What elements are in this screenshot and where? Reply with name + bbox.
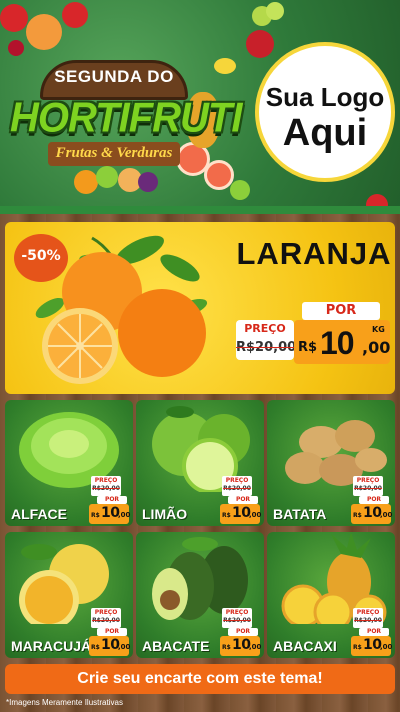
old-price: R$20,00 xyxy=(92,617,120,624)
title-line1: SEGUNDA DO xyxy=(54,67,174,86)
preco-label: PREÇO xyxy=(356,477,380,484)
old-price: R$20,00 xyxy=(223,485,251,492)
apple-icon xyxy=(96,166,118,188)
preco-label: PREÇO xyxy=(225,477,249,484)
product-name: MARACUJÁ xyxy=(11,638,92,654)
disclaimer-footnote: *Imagens Meramente Ilustrativas xyxy=(6,698,123,707)
apple-icon xyxy=(230,180,250,200)
old-price: R$20,00 xyxy=(92,485,120,492)
lemon-icon xyxy=(214,58,236,74)
price-currency: R$ xyxy=(353,644,362,651)
price-cents: ,00 xyxy=(118,511,131,519)
orange-illustration xyxy=(35,235,208,384)
peach-icon xyxy=(26,14,62,50)
header-divider xyxy=(0,206,400,214)
product-name: ALFACE xyxy=(11,506,67,522)
price-integer: 10 xyxy=(101,637,120,653)
preco-label: PREÇO xyxy=(356,609,380,616)
price-unit: KG xyxy=(372,325,385,334)
price-cents: ,00 xyxy=(362,338,391,357)
logo-text-line1: Sua Logo xyxy=(265,82,385,112)
price-integer: 10 xyxy=(232,637,251,653)
por-label: POR xyxy=(325,303,357,318)
old-price: R$20,00 xyxy=(223,617,251,624)
old-price: R$20,00 xyxy=(354,485,382,492)
price-integer: 10 xyxy=(232,505,251,521)
header-banner: SEGUNDA DO HORTIFRUTI Frutas & Verduras … xyxy=(0,0,400,212)
old-price: R$20,00 xyxy=(354,617,382,624)
price-currency: R$ xyxy=(91,512,100,519)
strawberry-icon xyxy=(62,2,88,28)
grape-icon xyxy=(266,2,284,20)
grape-icon xyxy=(138,172,158,192)
price-currency: R$ xyxy=(222,512,231,519)
logo-text-line2: Aqui xyxy=(282,112,368,154)
price-cents: ,00 xyxy=(249,511,262,519)
por-label: POR xyxy=(366,496,382,503)
por-label: POR xyxy=(104,496,120,503)
price-integer: 10 xyxy=(363,637,382,653)
price-cents: ,00 xyxy=(118,643,131,651)
price-cents: ,00 xyxy=(249,643,262,651)
preco-label: PREÇO xyxy=(244,322,286,335)
por-label: POR xyxy=(235,628,251,635)
product-name: BATATA xyxy=(273,506,327,522)
orange-icon xyxy=(74,170,98,194)
orange-icon xyxy=(30,228,230,388)
product-name: LIMÃO xyxy=(142,506,188,522)
price-integer: 10 xyxy=(101,505,120,521)
por-label: POR xyxy=(235,496,251,503)
title-board: SEGUNDA DO HORTIFRUTI Frutas & Verduras xyxy=(10,52,242,212)
old-price: R$20,00 xyxy=(236,340,297,355)
price-currency: R$ xyxy=(298,340,318,355)
brand-subtitle: Frutas & Verduras xyxy=(55,145,173,161)
create-flyer-label: Crie seu encarte com este tema! xyxy=(77,670,323,687)
product-name: ABACAXI xyxy=(273,638,337,654)
por-label: POR xyxy=(366,628,382,635)
preco-label: PREÇO xyxy=(94,609,118,616)
price-currency: R$ xyxy=(222,644,231,651)
price-integer: 10 xyxy=(320,325,355,361)
featured-product-name: LARANJA xyxy=(236,236,392,271)
price-cents: ,00 xyxy=(380,511,393,519)
price-currency: R$ xyxy=(91,644,100,651)
price-integer: 10 xyxy=(363,505,382,521)
price-currency: R$ xyxy=(353,512,362,519)
strawberry-icon xyxy=(0,4,28,32)
preco-label: PREÇO xyxy=(225,609,249,616)
apple-icon xyxy=(246,30,274,58)
price-cents: ,00 xyxy=(380,643,393,651)
brand-title: HORTIFRUTI xyxy=(10,94,242,142)
product-name: ABACATE xyxy=(142,638,210,654)
preco-label: PREÇO xyxy=(94,477,118,484)
por-label: POR xyxy=(104,628,120,635)
